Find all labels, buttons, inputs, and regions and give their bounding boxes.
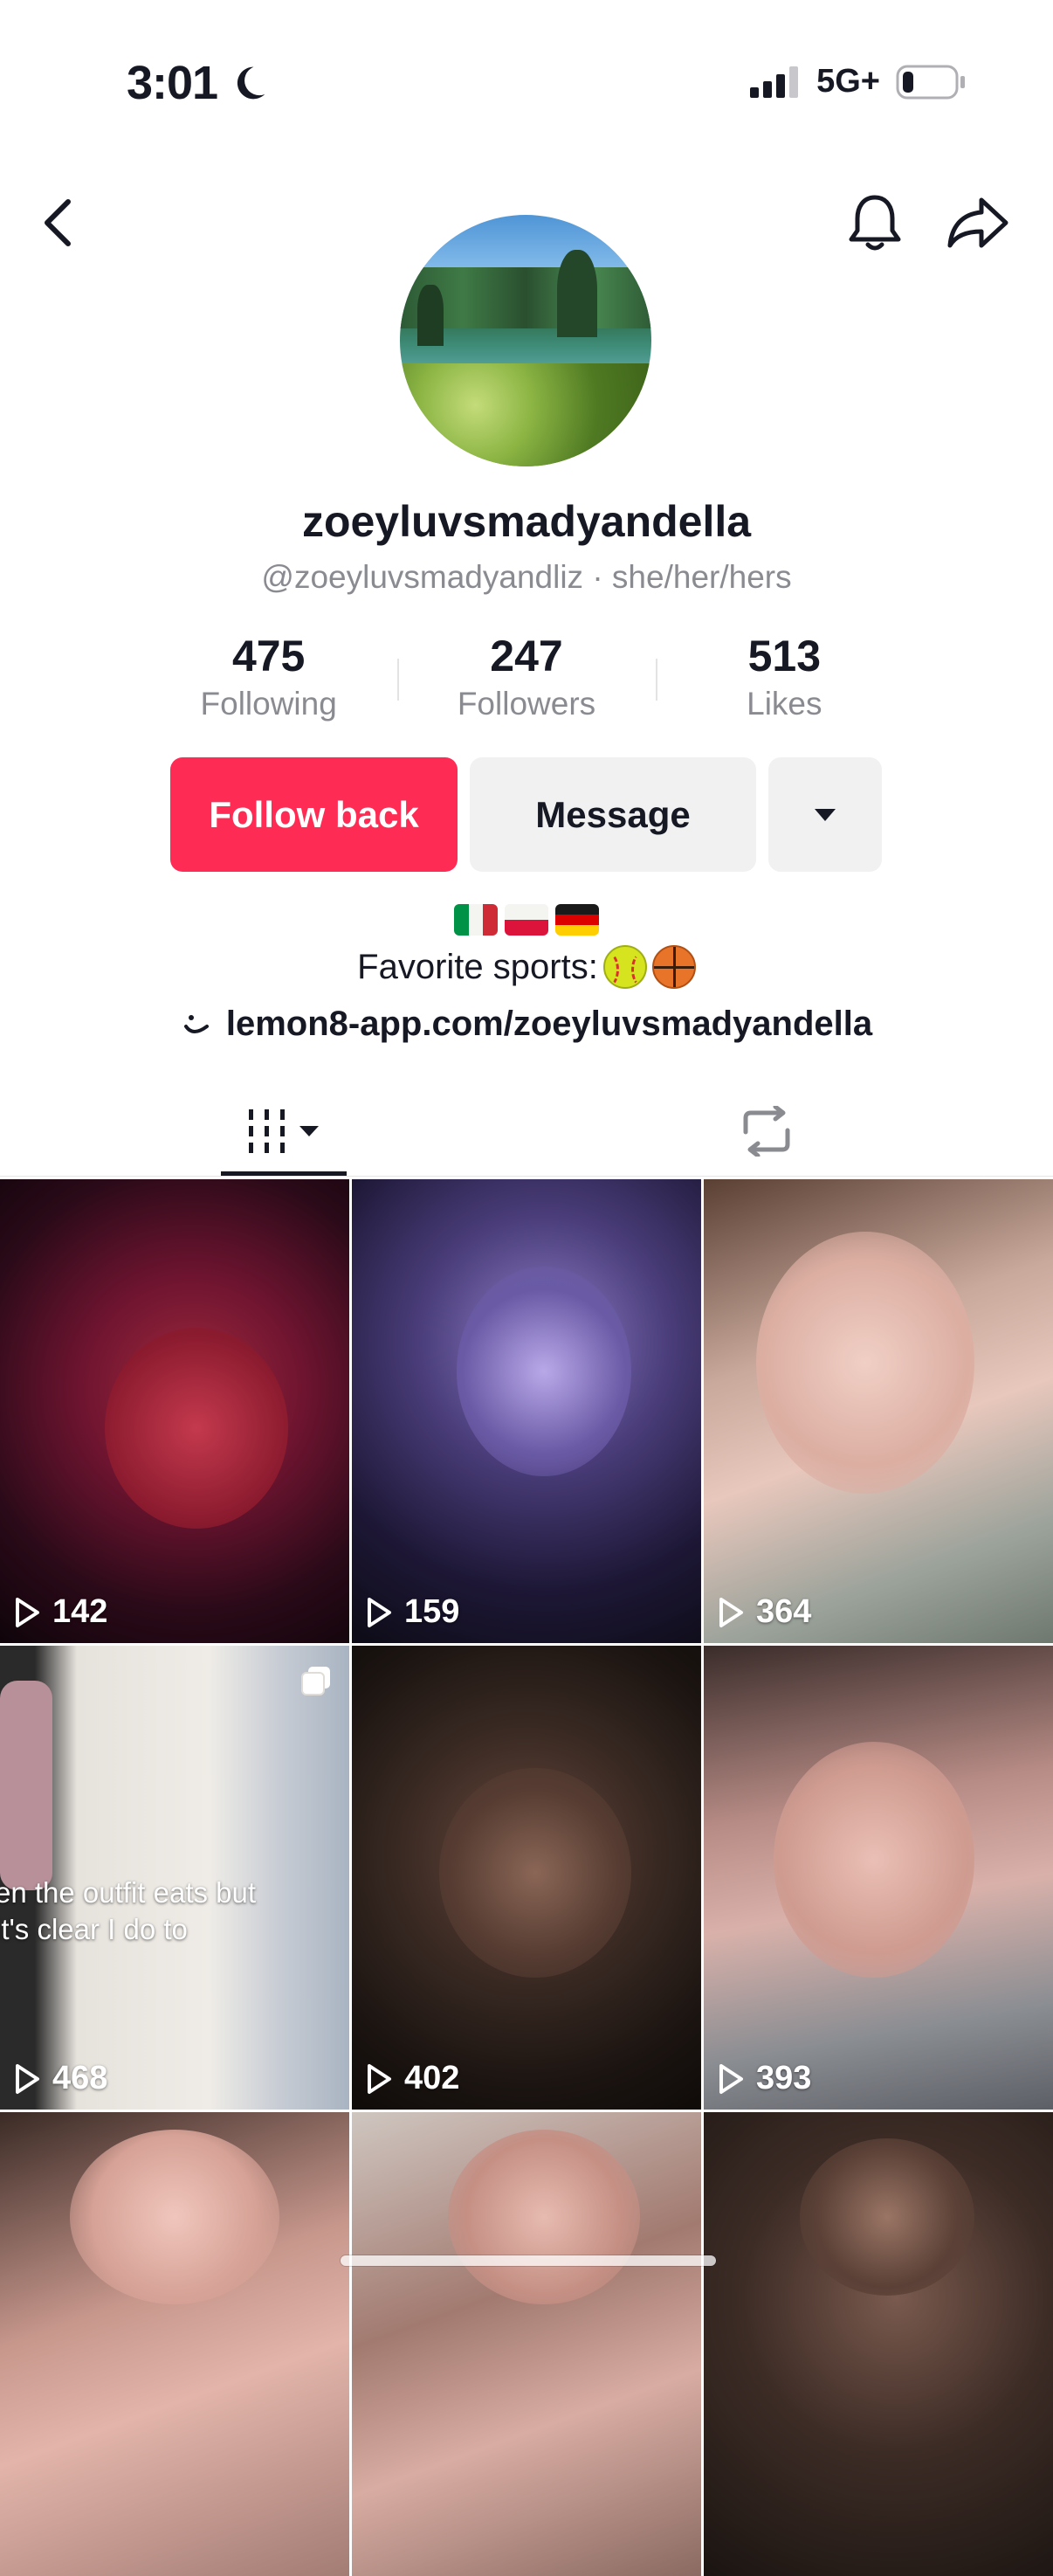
video-views: 159 [366, 1593, 459, 1631]
poland-flag-icon [505, 904, 548, 936]
video-views: 402 [366, 2060, 459, 2097]
caret-down-icon [299, 1126, 319, 1136]
bell-icon [849, 195, 901, 251]
share-arrow-icon [947, 197, 1008, 248]
video-tile[interactable]: en the outfit eats but it's clear I do t… [0, 1646, 349, 2110]
video-thumbnail-face [439, 1768, 631, 1978]
video-view-count: 159 [404, 1593, 460, 1630]
bio-flags [0, 904, 1053, 936]
more-options-button[interactable] [768, 757, 882, 872]
follow-back-button[interactable]: Follow back [170, 757, 458, 872]
stat-followers-count: 247 [490, 632, 563, 680]
tab-reposts[interactable] [723, 1092, 810, 1171]
bio-text: Favorite sports: [0, 945, 1053, 989]
video-grid: 142 159 364 en the outfit eats but it's … [0, 1179, 1053, 2576]
grid-icon [249, 1109, 285, 1153]
battery-icon [896, 65, 965, 99]
video-views: 468 [14, 2060, 107, 2097]
share-button[interactable] [943, 188, 1013, 258]
play-icon [719, 2063, 743, 2094]
video-thumbnail-face [448, 2130, 640, 2304]
video-view-count: 393 [756, 2060, 812, 2096]
video-tile[interactable]: 364 [704, 1179, 1053, 1643]
video-tile[interactable] [0, 2112, 349, 2576]
stat-likes[interactable]: 513 Likes [655, 627, 913, 723]
profile-avatar[interactable] [400, 215, 651, 466]
video-tile[interactable]: 159 [352, 1179, 701, 1643]
play-icon [16, 1597, 39, 1627]
status-time: 3:01 [127, 56, 268, 110]
signal-icon [750, 66, 799, 98]
home-indicator[interactable] [341, 2255, 716, 2266]
tab-videos[interactable] [221, 1092, 347, 1171]
notification-bell-button[interactable] [840, 188, 910, 258]
video-tile[interactable]: 402 [352, 1646, 701, 2110]
video-views: 393 [718, 2060, 811, 2097]
video-tile[interactable] [352, 2112, 701, 2576]
network-type: 5G+ [816, 63, 880, 100]
moon-icon [237, 66, 265, 100]
video-views: 142 [14, 1593, 107, 1631]
stat-followers-label: Followers [457, 686, 596, 722]
chevron-left-icon [45, 199, 71, 246]
germany-flag-icon [555, 904, 599, 936]
video-thumbnail-face [756, 1232, 974, 1494]
bio-link-text: lemon8-app.com/zoeyluvsmadyandella [225, 1005, 873, 1043]
video-thumbnail-face [70, 2130, 279, 2304]
stat-following-count: 475 [231, 632, 306, 680]
profile-handle: @zoeyluvsmadyandliz · she/her/hers [261, 559, 792, 595]
play-icon [16, 2063, 39, 2094]
video-caption-line: it's clear I do to [0, 1913, 188, 1945]
video-tile[interactable]: 393 [704, 1646, 1053, 2110]
profile-stats: 475 Following 247 Followers 513 Likes [140, 627, 913, 723]
stat-likes-label: Likes [747, 686, 822, 722]
video-view-count: 402 [404, 2060, 460, 2096]
caret-down-icon [815, 808, 836, 821]
video-caption: en the outfit eats but it's clear I do t… [0, 1875, 256, 1948]
video-thumbnail-face [774, 1742, 974, 1978]
multi-photo-icon [301, 1667, 330, 1695]
video-tile[interactable] [704, 2112, 1053, 2576]
video-thumbnail-face [800, 2138, 974, 2296]
repost-icon [743, 1106, 790, 1157]
tabs-divider [0, 1176, 1053, 1177]
profile-display-name: zoeyluvsmadyandella [301, 497, 752, 546]
stat-likes-count: 513 [747, 632, 822, 680]
stat-followers[interactable]: 247 Followers [397, 627, 655, 723]
bio-text-line: Favorite sports: [357, 947, 598, 986]
video-tile[interactable]: 142 [0, 1179, 349, 1643]
italy-flag-icon [454, 904, 498, 936]
video-view-count: 142 [52, 1593, 108, 1630]
video-caption-line: en the outfit eats but [0, 1876, 257, 1909]
stat-following-label: Following [200, 686, 337, 722]
link-icon [183, 1014, 209, 1033]
play-icon [368, 2063, 391, 2094]
play-icon [368, 1597, 391, 1627]
video-view-count: 468 [52, 2060, 108, 2096]
back-button[interactable] [23, 188, 93, 258]
bio-link[interactable]: lemon8-app.com/zoeyluvsmadyandella [0, 1005, 1053, 1044]
video-views: 364 [718, 1593, 811, 1631]
stat-following[interactable]: 475 Following [140, 627, 397, 723]
play-icon [719, 1597, 743, 1627]
video-view-count: 364 [756, 1593, 812, 1630]
video-thumbnail-face [105, 1328, 288, 1529]
status-indicators: 5G+ [750, 63, 966, 100]
message-button[interactable]: Message [470, 757, 756, 872]
video-thumbnail-face [457, 1267, 631, 1476]
video-thumbnail-face [0, 1681, 52, 1890]
basketball-icon [651, 945, 696, 989]
softball-icon [602, 945, 647, 989]
